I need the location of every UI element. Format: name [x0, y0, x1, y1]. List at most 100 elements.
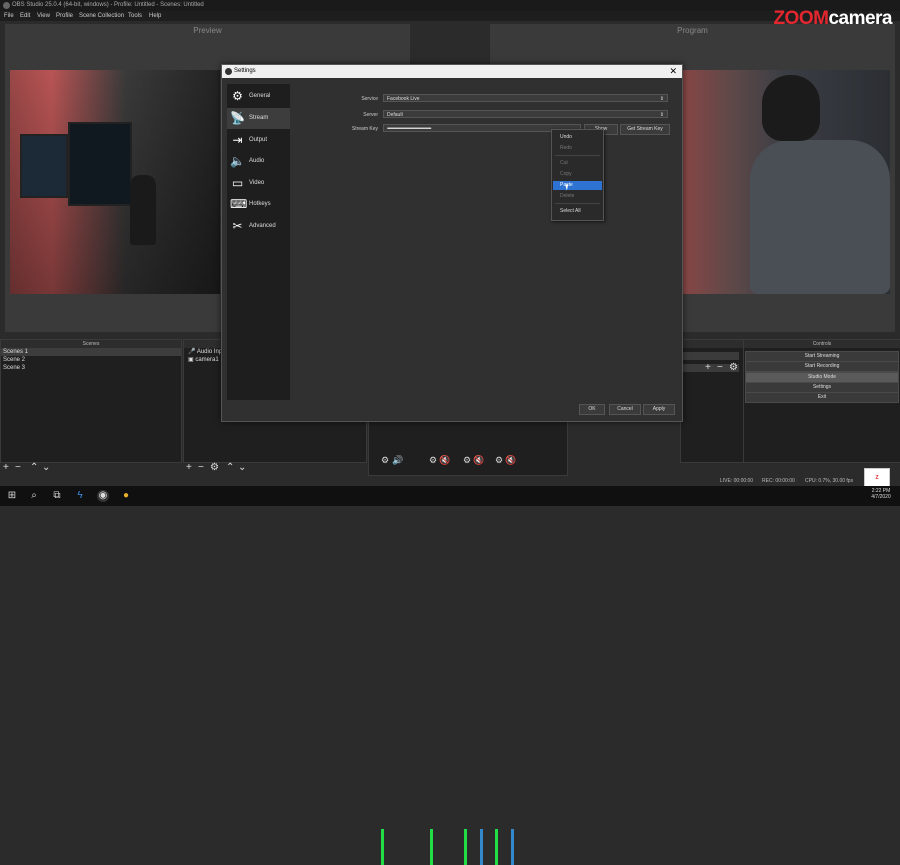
ctx-copy[interactable]: Copy [553, 170, 602, 179]
settings-nav: ⚙ General 📡 Stream ⇥ Output 🔈 Audio ▭ Video ⌨… [227, 84, 290, 400]
app-icon[interactable]: ϟ [74, 490, 86, 502]
nav-hotkeys[interactable]: ⌨ Hotkeys [227, 194, 290, 215]
monitor-icon: ▭ [231, 176, 244, 190]
task-view-icon[interactable]: ⧉ [51, 490, 63, 502]
move-up-icon[interactable]: ⌃ [30, 462, 38, 473]
chrome-icon[interactable]: ● [120, 490, 132, 502]
microphone [130, 175, 156, 245]
close-icon[interactable]: ✕ [669, 65, 677, 78]
speaker-icon[interactable]: 🔊 [392, 455, 403, 466]
menu-view[interactable]: View [37, 11, 50, 21]
volume-meter [430, 829, 433, 865]
search-icon[interactable]: ⌕ [28, 490, 40, 502]
mixer-gear-icon[interactable]: ⚙ [463, 455, 471, 466]
volume-meter [480, 829, 483, 865]
muted-speaker-icon[interactable]: 🔇 [505, 455, 516, 466]
nav-advanced[interactable]: ✂ Advanced [227, 216, 290, 237]
nav-stream[interactable]: 📡 Stream [227, 108, 290, 129]
volume-meter [495, 829, 498, 865]
ctx-select-all[interactable]: Select All [553, 207, 602, 216]
rec-time: REC: 00:00:00 [762, 478, 795, 484]
windows-start-icon[interactable]: ⊞ [6, 490, 18, 502]
dialog-title: Settings [234, 68, 256, 74]
live-time: LIVE: 00:00:00 [720, 478, 754, 484]
cancel-button[interactable]: Cancel [609, 404, 641, 415]
transition-gear-icon[interactable]: ⚙ [729, 362, 738, 373]
muted-speaker-icon[interactable]: 🔇 [439, 455, 450, 466]
cpu-stats: CPU: 0.7%, 30.00 fps [805, 478, 854, 484]
controls-title: Controls [744, 340, 900, 348]
preview-video [10, 70, 220, 294]
nav-output[interactable]: ⇥ Output [227, 130, 290, 151]
ctx-paste[interactable]: Paste [553, 181, 602, 190]
nav-audio[interactable]: 🔈 Audio [227, 151, 290, 172]
ctx-cut[interactable]: Cut [553, 159, 602, 168]
menu-profile[interactable]: Profile [56, 11, 73, 21]
ctx-delete[interactable]: Delete [553, 192, 602, 201]
move-down-icon[interactable]: ⌄ [42, 462, 50, 473]
presenter-head [762, 75, 820, 141]
remove-transition-button[interactable]: − [717, 362, 723, 373]
menu-file[interactable]: File [4, 11, 14, 21]
mixer-gear-icon[interactable]: ⚙ [495, 455, 503, 466]
program-label: Program [677, 26, 708, 35]
server-select[interactable]: Default ⇕ [383, 110, 668, 118]
chevron-down-icon: ⇕ [659, 112, 664, 118]
source-settings-icon[interactable]: ⚙ [210, 462, 219, 473]
transition-select[interactable] [683, 352, 739, 360]
nav-general[interactable]: ⚙ General [227, 86, 290, 107]
remove-source-button[interactable]: − [198, 462, 204, 473]
preview-label: Preview [193, 26, 222, 35]
scenes-title: Scenes [1, 340, 181, 348]
ctx-redo[interactable]: Redo [553, 144, 602, 153]
add-source-button[interactable]: + [186, 462, 192, 473]
chevron-down-icon: ⇕ [659, 96, 664, 102]
service-label: Service [361, 96, 378, 102]
mic-icon: 🎤 [188, 349, 196, 355]
muted-speaker-icon[interactable]: 🔇 [473, 455, 484, 466]
source-down-icon[interactable]: ⌄ [238, 462, 246, 473]
menu-help[interactable]: Help [149, 11, 161, 21]
server-label: Server [363, 112, 378, 118]
scenes-dock: Scenes Scenes 1 Scene 2 Scene 3 [0, 339, 182, 463]
start-recording-button[interactable]: Start Recording [745, 361, 899, 372]
stream-key-label: Stream Key [351, 126, 378, 132]
scene-item[interactable]: Scene 3 [1, 364, 181, 372]
mixer-gear-icon[interactable]: ⚙ [381, 455, 389, 466]
obs-taskbar-icon[interactable]: ◉ [97, 490, 109, 502]
context-menu: Undo Redo Cut Copy Paste Delete Select A… [551, 129, 604, 221]
window-titlebar: OBS Studio 25.0.4 (64-bit, windows) - Pr… [0, 0, 900, 11]
mixer-gear-icon[interactable]: ⚙ [429, 455, 437, 466]
volume-meter [464, 829, 467, 865]
remove-scene-button[interactable]: − [15, 462, 21, 473]
exit-button[interactable]: Exit [745, 392, 899, 403]
status-bar: LIVE: 00:00:00 REC: 00:00:00 CPU: 0.7%, … [0, 476, 900, 486]
program-video [680, 70, 890, 294]
add-transition-button[interactable]: + [705, 362, 711, 373]
obs-logo-icon [3, 2, 10, 9]
menu-bar: File Edit View Profile Scene Collection … [0, 11, 900, 21]
ok-button[interactable]: OK [579, 404, 605, 415]
menu-edit[interactable]: Edit [20, 11, 30, 21]
source-up-icon[interactable]: ⌃ [226, 462, 234, 473]
gear-icon: ⚙ [232, 89, 243, 103]
add-scene-button[interactable]: + [3, 462, 9, 473]
scene-item[interactable]: Scene 2 [1, 356, 181, 364]
zoomcamera-badge-icon: Z [864, 468, 890, 488]
taskbar-clock[interactable]: 2:22 PM 4/7/2020 [866, 488, 896, 500]
get-stream-key-button[interactable]: Get Stream Key [620, 124, 670, 135]
apply-button[interactable]: Apply [643, 404, 675, 415]
scene-item[interactable]: Scenes 1 [1, 348, 181, 356]
antenna-icon: 📡 [230, 111, 245, 125]
keyboard-icon: ⌨ [230, 197, 248, 211]
service-select[interactable]: Facebook Live ⇕ [383, 94, 668, 102]
nav-video[interactable]: ▭ Video [227, 173, 290, 194]
obs-logo-icon [225, 68, 232, 75]
ctx-undo[interactable]: Undo [553, 133, 602, 142]
menu-scene-collection[interactable]: Scene Collection [79, 11, 124, 21]
output-icon: ⇥ [232, 133, 243, 147]
dialog-titlebar: Settings ✕ [222, 65, 682, 78]
speaker-icon: 🔈 [230, 154, 245, 168]
volume-meter [511, 829, 514, 865]
menu-tools[interactable]: Tools [128, 11, 142, 21]
